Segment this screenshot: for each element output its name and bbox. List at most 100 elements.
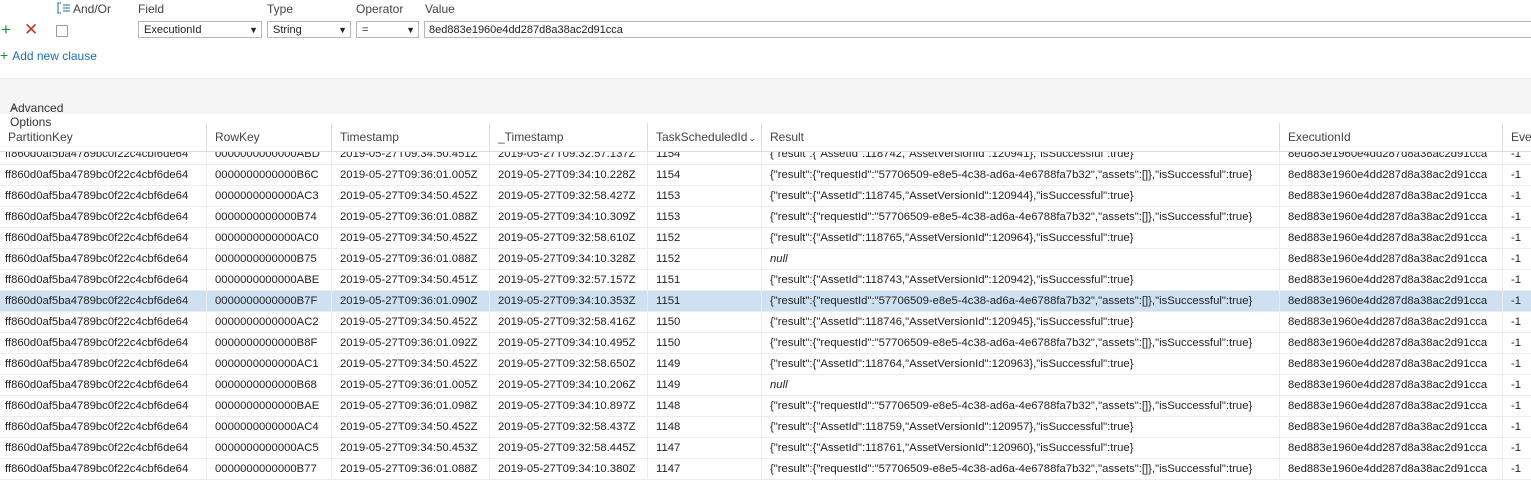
table-row[interactable]: ff860d0af5ba4789bc0f22c4cbf6de64 00000000… [0,249,1531,270]
type-select-value: String [273,24,302,36]
taskscheduledid-cell: 1153 [648,207,762,227]
rowkey-cell: 0000000000000AC5 [207,438,332,458]
result-cell: {"result":{"AssetId":118745,"AssetVersio… [762,186,1280,206]
table-row[interactable]: ff860d0af5ba4789bc0f22c4cbf6de64 00000000… [0,333,1531,354]
table-row[interactable]: ff860d0af5ba4789bc0f22c4cbf6de64 00000000… [0,459,1531,480]
taskscheduledid-cell: 1151 [648,270,762,290]
partitionkey-cell: ff860d0af5ba4789bc0f22c4cbf6de64 [0,207,207,227]
rowkey-cell: 0000000000000B7F [207,291,332,311]
timestamp-cell: 2019-05-27T09:34:50.452Z [332,417,490,437]
table-row[interactable]: ff860d0af5ba4789bc0f22c4cbf6de64 00000000… [0,207,1531,228]
add-new-clause-link[interactable]: + Add new clause [0,47,97,63]
result-cell: {"result":{"AssetId":118746,"AssetVersio… [762,312,1280,332]
taskscheduledid-cell: 1154 [648,152,762,164]
rowkey-cell: 0000000000000AC2 [207,312,332,332]
partitionkey-cell: ff860d0af5ba4789bc0f22c4cbf6de64 [0,396,207,416]
executionid-cell: 8ed883e1960e4dd287d8a38ac2d91cca [1280,152,1503,164]
column-header-taskscheduledid[interactable]: TaskScheduledId⌄ [648,123,762,151]
table-row[interactable]: ff860d0af5ba4789bc0f22c4cbf6de64 00000000… [0,228,1531,249]
table-row[interactable]: ff860d0af5ba4789bc0f22c4cbf6de64 00000000… [0,312,1531,333]
partitionkey-cell: ff860d0af5ba4789bc0f22c4cbf6de64 [0,417,207,437]
taskscheduledid-cell: 1149 [648,375,762,395]
table-row[interactable]: ff860d0af5ba4789bc0f22c4cbf6de64 00000000… [0,417,1531,438]
operator-select[interactable]: = ▼ [356,21,419,38]
field-select[interactable]: ExecutionId ▼ [138,21,262,38]
timestamp-cell: 2019-05-27T09:36:01.098Z [332,396,490,416]
table-row[interactable]: ff860d0af5ba4789bc0f22c4cbf6de64 00000000… [0,186,1531,207]
_timestamp-cell: 2019-05-27T09:32:58.445Z [490,438,648,458]
executionid-cell: 8ed883e1960e4dd287d8a38ac2d91cca [1280,186,1503,206]
timestamp-cell: 2019-05-27T09:36:01.088Z [332,459,490,479]
rowkey-cell: 0000000000000ABE [207,270,332,290]
add-clause-icon[interactable]: + [1,21,11,38]
column-header-rowkey[interactable]: RowKey [207,123,332,151]
table-row[interactable]: ff860d0af5ba4789bc0f22c4cbf6de64 00000000… [0,165,1531,186]
column-header-partitionkey[interactable]: PartitionKey [0,123,207,151]
result-cell: {"result":{"AssetId":118759,"AssetVersio… [762,417,1280,437]
table-row[interactable]: ff860d0af5ba4789bc0f22c4cbf6de64 00000000… [0,375,1531,396]
grid-rows: ff860d0af5ba4789bc0f22c4cbf6de64 00000000… [0,152,1531,480]
executionid-cell: 8ed883e1960e4dd287d8a38ac2d91cca [1280,228,1503,248]
timestamp-cell: 2019-05-27T09:34:50.452Z [332,228,490,248]
clause-checkbox[interactable] [56,25,68,37]
column-header-executionid[interactable]: ExecutionId [1280,123,1503,151]
column-header-_timestamp[interactable]: _Timestamp [490,123,648,151]
timestamp-cell: 2019-05-27T09:36:01.090Z [332,291,490,311]
group-clauses-icon[interactable] [57,2,71,14]
table-row[interactable]: ff860d0af5ba4789bc0f22c4cbf6de64 00000000… [0,291,1531,312]
partitionkey-cell: ff860d0af5ba4789bc0f22c4cbf6de64 [0,333,207,353]
grid-header: PartitionKey RowKey Timestamp _Timestamp… [0,123,1531,152]
partitionkey-cell: ff860d0af5ba4789bc0f22c4cbf6de64 [0,354,207,374]
table-row[interactable]: ff860d0af5ba4789bc0f22c4cbf6de64 00000000… [0,270,1531,291]
eve-cell: -1 [1511,442,1522,454]
partitionkey-cell: ff860d0af5ba4789bc0f22c4cbf6de64 [0,291,207,311]
partitionkey-cell: ff860d0af5ba4789bc0f22c4cbf6de64 [0,438,207,458]
operator-select-value: = [362,24,369,36]
eve-cell: -1 [1511,190,1522,202]
table-row[interactable]: ff860d0af5ba4789bc0f22c4cbf6de64 00000000… [0,438,1531,459]
taskscheduledid-cell: 1150 [648,312,762,332]
_timestamp-cell: 2019-05-27T09:34:10.495Z [490,333,648,353]
partitionkey-cell: ff860d0af5ba4789bc0f22c4cbf6de64 [0,459,207,479]
eve-cell: -1 [1511,253,1522,265]
executionid-cell: 8ed883e1960e4dd287d8a38ac2d91cca [1280,459,1503,479]
column-header-timestamp[interactable]: Timestamp [332,123,490,151]
value-input[interactable] [424,21,1531,38]
partitionkey-cell: ff860d0af5ba4789bc0f22c4cbf6de64 [0,165,207,185]
rowkey-cell: 0000000000000AC1 [207,354,332,374]
_timestamp-cell: 2019-05-27T09:32:57.137Z [490,152,648,164]
table-row[interactable]: ff860d0af5ba4789bc0f22c4cbf6de64 00000000… [0,396,1531,417]
timestamp-cell: 2019-05-27T09:34:50.452Z [332,186,490,206]
timestamp-cell: 2019-05-27T09:36:01.005Z [332,165,490,185]
taskscheduledid-cell: 1151 [648,291,762,311]
timestamp-cell: 2019-05-27T09:34:50.451Z [332,270,490,290]
chevron-down-icon: ⌄ [10,101,19,112]
executionid-cell: 8ed883e1960e4dd287d8a38ac2d91cca [1280,249,1503,269]
delete-clause-icon[interactable]: ✕ [24,21,38,38]
table-row[interactable]: ff860d0af5ba4789bc0f22c4cbf6de64 00000000… [0,152,1531,165]
taskscheduledid-cell: 1152 [648,228,762,248]
rowkey-cell: 0000000000000B6C [207,165,332,185]
_timestamp-cell: 2019-05-27T09:34:10.228Z [490,165,648,185]
column-header-result[interactable]: Result [762,123,1280,151]
type-select[interactable]: String ▼ [267,21,351,38]
column-header-taskscheduledid-label: TaskScheduledId [656,130,748,144]
_timestamp-cell: 2019-05-27T09:34:10.309Z [490,207,648,227]
add-new-clause-label: Add new clause [12,49,97,63]
_timestamp-cell: 2019-05-27T09:32:58.416Z [490,312,648,332]
rowkey-cell: 0000000000000AC3 [207,186,332,206]
_timestamp-cell: 2019-05-27T09:32:58.610Z [490,228,648,248]
query-builder: And/Or Field Type Operator Value + ✕ Exe… [0,0,1531,78]
table-row[interactable]: ff860d0af5ba4789bc0f22c4cbf6de64 00000000… [0,354,1531,375]
eve-cell: -1 [1511,274,1522,286]
_timestamp-cell: 2019-05-27T09:34:10.328Z [490,249,648,269]
timestamp-cell: 2019-05-27T09:36:01.088Z [332,207,490,227]
rowkey-cell: 0000000000000B75 [207,249,332,269]
_timestamp-cell: 2019-05-27T09:32:58.437Z [490,417,648,437]
executionid-cell: 8ed883e1960e4dd287d8a38ac2d91cca [1280,417,1503,437]
column-header-eve[interactable]: Eve [1503,123,1531,151]
rowkey-cell: 0000000000000B68 [207,375,332,395]
partitionkey-cell: ff860d0af5ba4789bc0f22c4cbf6de64 [0,186,207,206]
timestamp-cell: 2019-05-27T09:36:01.005Z [332,375,490,395]
partitionkey-cell: ff860d0af5ba4789bc0f22c4cbf6de64 [0,312,207,332]
